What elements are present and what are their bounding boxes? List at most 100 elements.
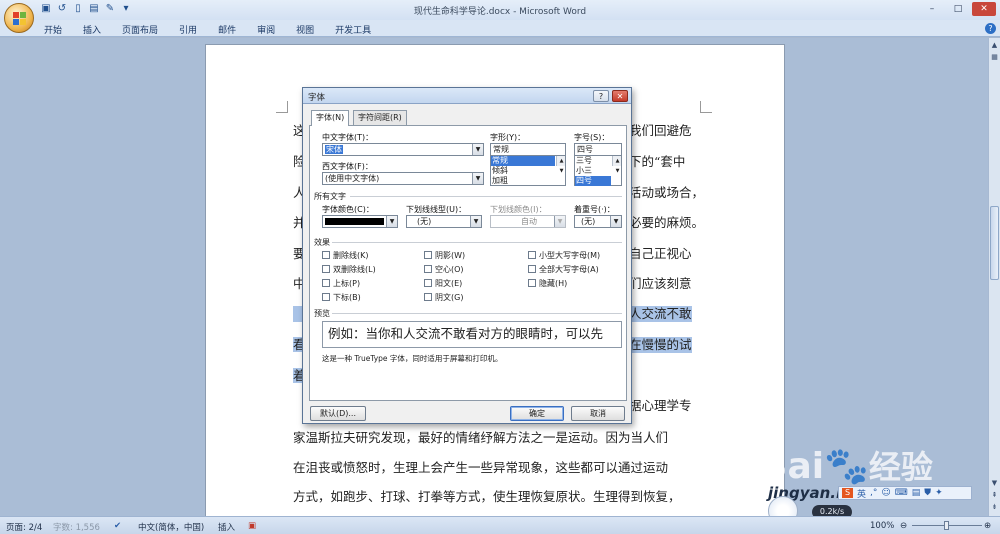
tab-mailings[interactable]: 邮件 [218,23,236,36]
macro-record-icon[interactable]: ▣ [248,521,256,531]
insert-mode[interactable]: 插入 [218,521,235,533]
word-count[interactable]: 字数: 1,556 [53,521,100,533]
ruler-toggle-icon[interactable]: ▦ [990,52,999,62]
style-list[interactable]: 常规 倾斜 加粗 ▲ ▼ [490,155,566,186]
list-item[interactable]: 四号 [575,176,611,186]
list-scrollbar[interactable]: ▲ ▼ [612,156,621,174]
document-line: 在沮丧或愤怒时，生理上会产生一些异常现象，这些都可以通过运动 [293,460,669,475]
strikethrough-checkbox[interactable]: 删除线(K) [322,250,369,261]
window-title: 现代生命科学导论.docx - Microsoft Word [413,7,587,17]
margin-corner-mark [276,101,288,113]
sogou-icon[interactable]: S [842,488,853,498]
tab-font[interactable]: 字体(N) [311,110,350,126]
chevron-down-icon[interactable]: ▼ [386,216,397,227]
zoom-slider-thumb[interactable] [944,521,949,530]
western-font-combo[interactable]: (使用中文字体) ▼ [322,172,484,185]
title-bar: ▣ ↺ ▯ ▤ ✎ ▾ 现代生命科学导论.docx - Microsoft Wo… [0,0,1000,20]
vertical-scrollbar[interactable]: ▲ ▦ ▼ ⇞ ⇟ [988,38,1000,516]
zoom-in-icon[interactable]: ⊕ [984,521,991,531]
chevron-down-icon[interactable]: ▼ [472,144,483,155]
emoji-icon[interactable]: ☺ [881,488,890,498]
chinese-font-combo[interactable]: 宋体 ▼ [322,143,484,156]
document-line: 方式，如跑步、打球、打拳等方式，使生理恢复原状。生理得到恢复， [293,489,681,504]
chevron-down-icon[interactable]: ▼ [472,173,483,184]
double-strikethrough-checkbox[interactable]: 双删除线(L) [322,264,376,275]
document-line: 家温斯拉夫研究发现，最好的情绪纾解方法之一是运动。因为当人们 [293,430,669,445]
chevron-down-icon[interactable]: ▼ [610,216,621,227]
western-font-label: 西文字体(F)： [322,162,373,171]
close-button[interactable]: ✕ [972,2,996,16]
all-caps-checkbox[interactable]: 全部大写字母(A) [528,264,599,275]
shadow-checkbox[interactable]: 阴影(W) [424,250,465,261]
list-item[interactable]: 小三 [575,166,621,176]
tab-page-layout[interactable]: 页面布局 [122,23,158,36]
help-icon[interactable]: ? [985,23,996,34]
dialog-title-bar: 字体 ? ✕ [303,88,631,104]
tab-character-spacing[interactable]: 字符间距(R) [353,110,407,125]
small-caps-checkbox[interactable]: 小型大写字母(M) [528,250,600,261]
punctuation-icon[interactable]: ,° [870,488,877,498]
next-page-icon[interactable]: ⇟ [990,502,999,512]
underline-type-label: 下划线线型(U)： [406,205,467,214]
all-text-group-label: 所有文字 [314,192,346,201]
language-indicator[interactable]: 中文(简体，中国) [138,521,204,533]
engrave-checkbox[interactable]: 阴文(G) [424,292,463,303]
dialog-close-button[interactable]: ✕ [612,90,628,102]
keyboard-icon[interactable]: ⌨ [895,488,908,498]
dialog-help-button[interactable]: ? [593,90,609,102]
tab-developer[interactable]: 开发工具 [335,23,371,36]
ribbon: 开始 插入 页面布局 引用 邮件 审阅 视图 开发工具 ? [0,20,1000,37]
style-label: 字形(Y)： [490,133,526,142]
superscript-checkbox[interactable]: 上标(P) [322,278,360,289]
ribbon-tabs: 开始 插入 页面布局 引用 邮件 审阅 视图 开发工具 [44,23,371,36]
zoom-out-icon[interactable]: ⊖ [900,521,907,531]
tab-home[interactable]: 开始 [44,23,62,36]
underline-type-combo[interactable]: (无) ▼ [406,215,482,228]
prev-page-icon[interactable]: ⇞ [990,490,999,500]
truetype-note: 这是一种 TrueType 字体，同时适用于屏幕和打印机。 [322,354,503,363]
list-item[interactable]: 常规 [491,156,555,166]
ok-button[interactable]: 确定 [510,406,564,421]
scrollbar-thumb[interactable] [990,206,999,280]
font-color-combo[interactable]: ▼ [322,215,398,228]
font-color-label: 字体颜色(C)： [322,205,374,214]
color-swatch [325,218,384,225]
list-scrollbar[interactable]: ▲ ▼ [556,156,565,174]
underline-color-label: 下划线颜色(I)： [490,205,547,214]
tab-references[interactable]: 引用 [179,23,197,36]
emphasis-label: 着重号(·)： [574,205,615,214]
maximize-button[interactable]: □ [946,2,970,16]
preview-group-label: 预览 [314,309,330,318]
skin-icon[interactable]: ▤ [912,488,921,498]
size-list[interactable]: 三号 小三 四号 ▲ ▼ [574,155,622,186]
window-controls: – □ ✕ [920,2,996,16]
outline-checkbox[interactable]: 空心(O) [424,264,464,275]
page-indicator[interactable]: 页面: 2/4 [6,521,42,533]
set-default-button[interactable]: 默认(D)... [310,406,366,421]
wrench-icon[interactable]: ✦ [935,488,943,498]
hidden-checkbox[interactable]: 隐藏(H) [528,278,567,289]
subscript-checkbox[interactable]: 下标(B) [322,292,361,303]
office-button[interactable] [4,3,34,33]
status-bar: 页面: 2/4 字数: 1,556 ✔ 中文(简体，中国) 插入 ▣ 100% … [0,516,1000,534]
tab-insert[interactable]: 插入 [83,23,101,36]
scroll-down-icon[interactable]: ▼ [990,478,999,488]
group-divider [350,196,622,197]
ime-mode-icon[interactable]: 英 [857,487,866,500]
shirt-icon[interactable]: ⛊ [924,488,931,498]
scroll-up-icon[interactable]: ▲ [990,40,999,50]
zoom-level[interactable]: 100% [870,521,894,531]
proofing-icon[interactable]: ✔ [114,521,121,531]
minimize-button[interactable]: – [920,2,944,16]
margin-corner-mark [700,101,712,113]
tab-view[interactable]: 视图 [296,23,314,36]
tab-review[interactable]: 审阅 [257,23,275,36]
cancel-button[interactable]: 取消 [571,406,625,421]
emboss-checkbox[interactable]: 阳文(E) [424,278,462,289]
font-panel: 中文字体(T)： 宋体 ▼ 字形(Y)： 常规 常规 倾斜 加粗 ▲ ▼ 字号(S… [309,125,627,401]
list-item[interactable]: 倾斜 [491,166,565,176]
list-item[interactable]: 加粗 [491,176,565,186]
chevron-down-icon[interactable]: ▼ [470,216,481,227]
emphasis-combo[interactable]: (无) ▼ [574,215,622,228]
chevron-down-icon: ▼ [554,216,565,227]
